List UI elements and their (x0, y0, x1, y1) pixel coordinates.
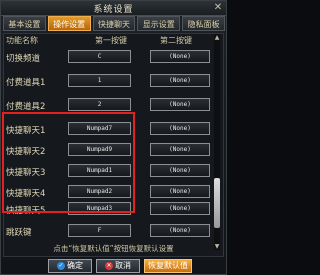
restore-defaults-button[interactable]: 恢复默认值 (144, 259, 192, 273)
row-label: 付费道具2 (6, 102, 46, 112)
header-key2: 第二按键 (160, 36, 192, 45)
key2-button[interactable]: (None) (150, 98, 210, 111)
table-row: 付费道具1 1 (None) (0, 72, 210, 92)
row-label: 切换频道 (6, 54, 41, 64)
cancel-label: 取消 (115, 261, 131, 270)
table-row: 跳跃键 F (None) (0, 222, 210, 242)
key1-button[interactable]: 2 (68, 98, 131, 111)
cancel-button[interactable]: ✕ 取消 (96, 259, 140, 273)
header-key1: 第一按键 (95, 36, 127, 45)
ok-button[interactable]: ✓ 确定 (48, 259, 92, 273)
key1-button[interactable]: F (68, 224, 131, 237)
row-label: 付费道具1 (6, 78, 46, 88)
key2-button[interactable]: (None) (150, 122, 210, 135)
title-bar[interactable]: 系统设置 ✕ (1, 1, 226, 16)
highlight-box (2, 112, 135, 213)
key2-button[interactable]: (None) (150, 50, 210, 63)
tab-quick-chat[interactable]: 快捷聊天 (92, 16, 136, 31)
key2-button[interactable]: (None) (150, 185, 210, 198)
tab-bar: 基本设置 操作设置 快捷聊天 显示设置 隐私面板 (3, 16, 225, 32)
ok-label: 确定 (67, 261, 83, 270)
key1-button[interactable]: C (68, 50, 131, 63)
key2-button[interactable]: (None) (150, 74, 210, 87)
close-icon[interactable]: ✕ (213, 3, 223, 13)
scrollbar-thumb[interactable] (214, 178, 220, 228)
table-row: 切换频道 C (None) (0, 48, 210, 68)
footer: ✓ 确定 ✕ 取消 恢复默认值 (0, 256, 227, 275)
key2-button[interactable]: (None) (150, 202, 210, 215)
scroll-up-icon[interactable]: ▲ (213, 34, 221, 42)
key1-button[interactable]: 1 (68, 74, 131, 87)
row-label: 跳跃键 (6, 228, 32, 238)
tab-operation[interactable]: 操作设置 (47, 16, 91, 31)
key2-button[interactable]: (None) (150, 224, 210, 237)
ok-icon: ✓ (57, 261, 65, 270)
tab-basic[interactable]: 基本设置 (3, 16, 46, 31)
key2-button[interactable]: (None) (150, 164, 210, 177)
restore-hint: 点击“恢复默认值”按钮恢复默认设置 (53, 244, 174, 253)
tab-display[interactable]: 显示设置 (137, 16, 181, 31)
window-title: 系统设置 (93, 5, 134, 15)
cancel-icon: ✕ (105, 261, 113, 270)
header-function: 功能名称 (6, 36, 38, 45)
key2-button[interactable]: (None) (150, 143, 210, 156)
column-header: 功能名称 第一按键 第二按键 (0, 35, 227, 47)
tab-privacy[interactable]: 隐私面板 (182, 16, 225, 31)
